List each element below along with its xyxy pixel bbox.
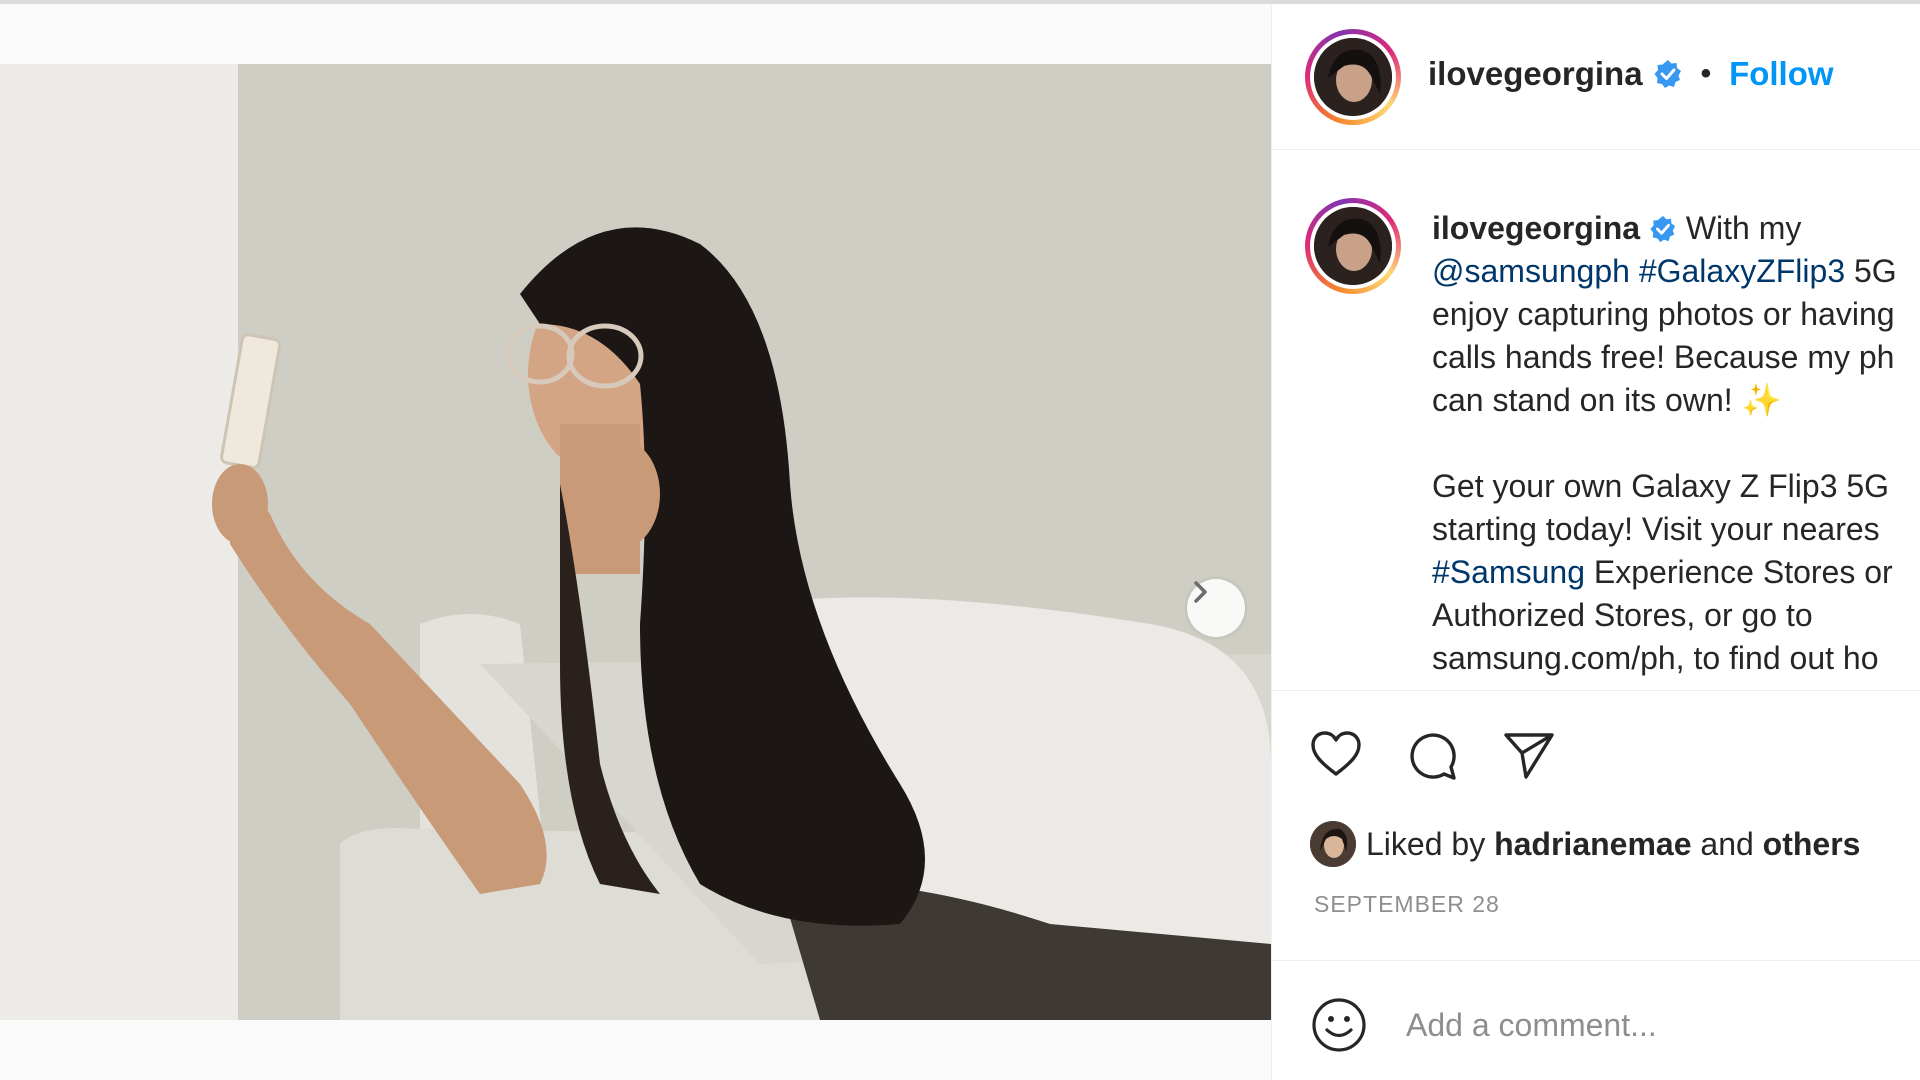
separator-dot: • <box>1700 57 1712 90</box>
mention-link[interactable]: @samsungph <box>1432 253 1630 289</box>
post-header: ilovegeorgina • Follow <box>1272 4 1920 150</box>
sparkle-emoji: ✨ <box>1741 382 1782 418</box>
caption-line: 5G <box>1845 253 1897 289</box>
caption-area: ilovegeorgina With my @samsungph #Galaxy… <box>1272 151 1920 689</box>
username-link[interactable]: ilovegeorgina <box>1428 55 1643 93</box>
caption-line: calls hands free! Because my ph <box>1432 339 1895 375</box>
verified-icon <box>1649 211 1677 243</box>
post-panel: ilovegeorgina • Follow ilovegeorgina Wit… <box>1271 4 1920 1080</box>
media-area <box>0 4 1271 1080</box>
liker-avatar[interactable] <box>1310 821 1356 867</box>
comment-row <box>1272 960 1920 1080</box>
caption-line: Get your own Galaxy Z Flip3 5G <box>1432 468 1890 504</box>
emoji-icon[interactable] <box>1310 996 1368 1054</box>
liker-username[interactable]: hadrianemae <box>1494 826 1691 862</box>
post-photo <box>0 64 1271 1020</box>
caption-line: samsung.com/ph, to find out ho <box>1432 640 1879 676</box>
avatar[interactable] <box>1305 29 1401 125</box>
caption-username[interactable]: ilovegeorgina <box>1432 210 1640 246</box>
hashtag-link[interactable]: #GalaxyZFlip3 <box>1639 253 1845 289</box>
comment-input[interactable] <box>1406 995 1906 1055</box>
verified-icon <box>1653 59 1683 89</box>
caption-line: Experience Stores or <box>1584 554 1893 590</box>
follow-button[interactable]: Follow <box>1729 55 1833 93</box>
heart-icon[interactable] <box>1308 727 1364 783</box>
others-link[interactable]: others <box>1763 826 1861 862</box>
post-date[interactable]: SEPTEMBER 28 <box>1314 891 1500 918</box>
caption-line: enjoy capturing photos or having <box>1432 296 1895 332</box>
caption-line: can stand on its own! <box>1432 382 1742 418</box>
actions-block: Liked by hadrianemae and others SEPTEMBE… <box>1272 690 1920 960</box>
likes-row: Liked by hadrianemae and others <box>1310 821 1860 867</box>
caption-line: With my <box>1676 210 1802 246</box>
hashtag-link[interactable]: #Samsung <box>1432 554 1585 590</box>
comment-icon[interactable] <box>1404 727 1460 783</box>
caption-line: Authorized Stores, or go to <box>1432 597 1813 633</box>
liked-by-label: Liked by <box>1366 825 1495 862</box>
and-label: and <box>1691 825 1763 862</box>
caption-line: starting today! Visit your neares <box>1432 511 1880 547</box>
caption-text: ilovegeorgina With my @samsungph #Galaxy… <box>1432 207 1920 680</box>
caption-avatar[interactable] <box>1305 198 1401 294</box>
share-icon[interactable] <box>1500 727 1556 783</box>
next-slide-button[interactable] <box>1187 579 1245 637</box>
